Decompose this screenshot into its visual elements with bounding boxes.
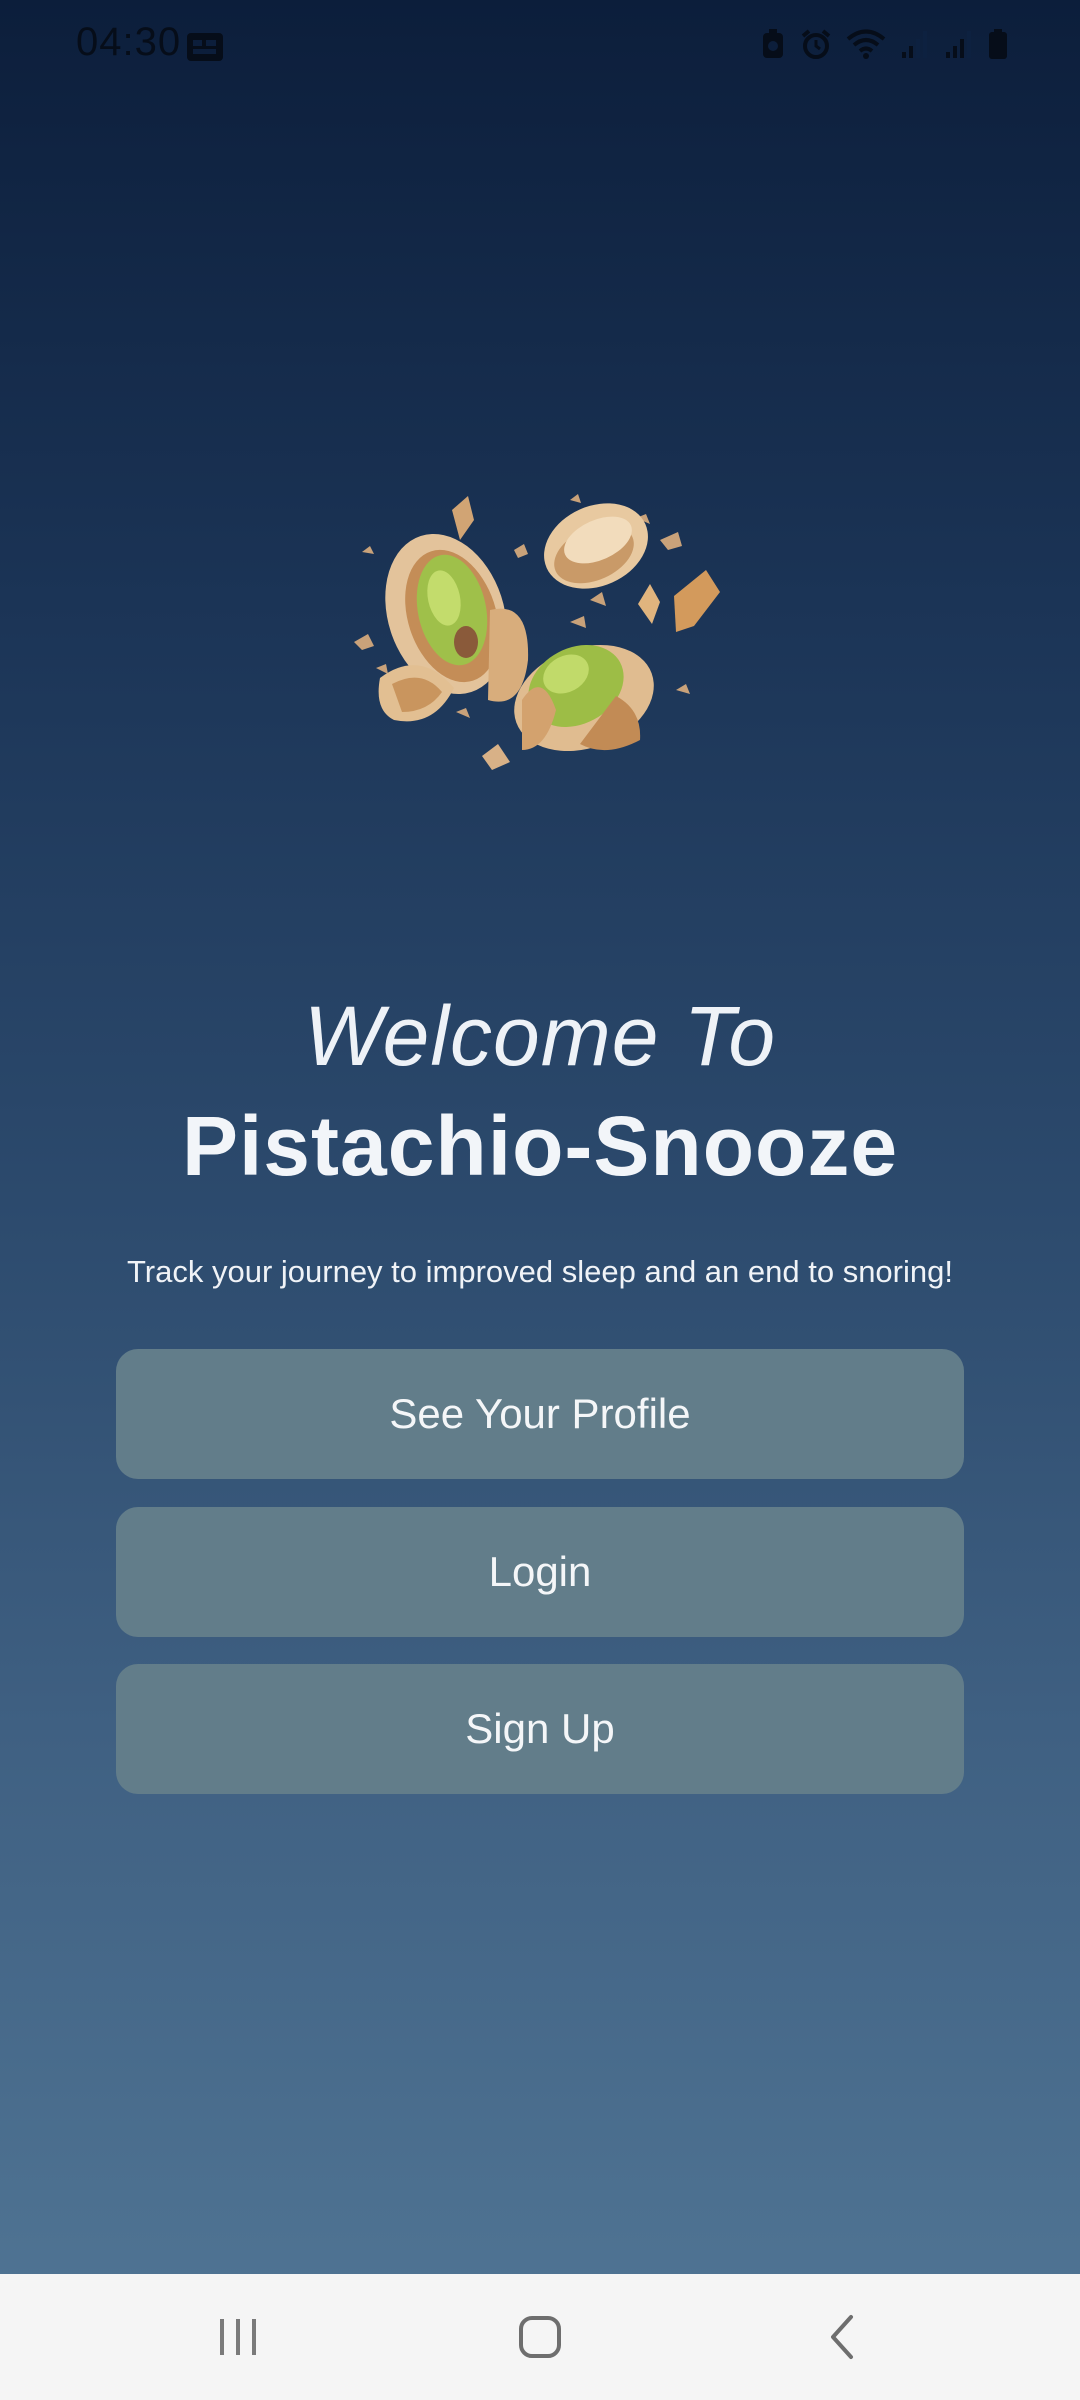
see-profile-button[interactable]: See Your Profile [116, 1349, 964, 1479]
welcome-heading: Welcome To [303, 989, 777, 1083]
status-icons [760, 28, 1008, 60]
login-button[interactable]: Login [116, 1507, 964, 1637]
status-bar: 04:30 [0, 0, 1080, 92]
home-icon [519, 2316, 561, 2358]
back-icon [831, 2315, 853, 2359]
battery-saver-icon [763, 29, 783, 58]
sign-up-button[interactable]: Sign Up [116, 1664, 964, 1794]
pistachio-nuts-image [354, 494, 720, 770]
battery-icon [989, 29, 1007, 59]
wifi-icon [846, 29, 886, 59]
home-button[interactable] [480, 2304, 600, 2370]
recents-icon [220, 2319, 256, 2355]
back-button[interactable] [782, 2304, 902, 2370]
alarm-icon [801, 29, 831, 59]
tagline-text: Track your journey to improved sleep and… [127, 1254, 953, 1289]
status-time: 04:30 [76, 20, 182, 64]
welcome-screen: 04:30 Welcome To Pistachio-Snooze Track … [0, 0, 1080, 2400]
recents-button[interactable] [178, 2304, 298, 2370]
notification-icon [187, 33, 223, 61]
app-name-title: Pistachio-Snooze [181, 1099, 899, 1193]
system-navigation-bar [0, 2274, 1080, 2400]
signal-icon [902, 31, 927, 58]
signal-icon-2 [946, 31, 971, 58]
